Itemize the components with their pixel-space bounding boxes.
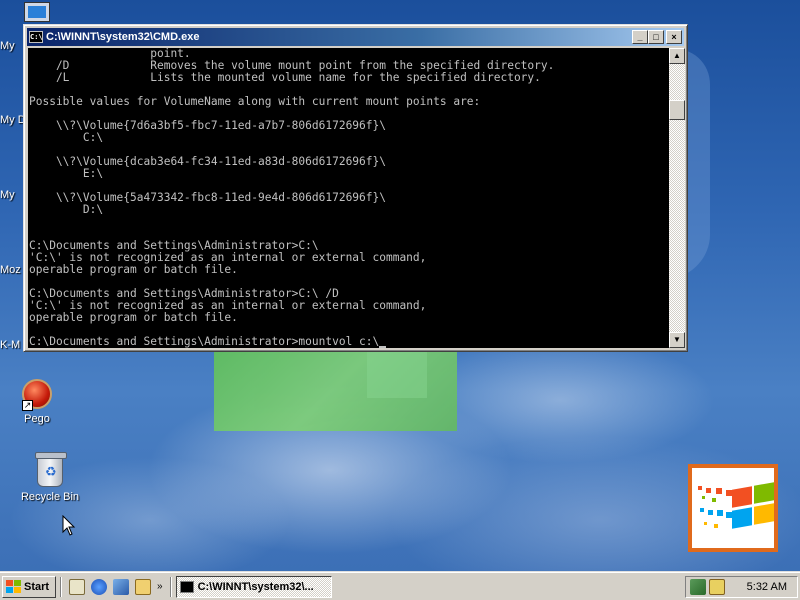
console-prompt-line[interactable]: C:\Documents and Settings\Administrator>… [29,336,669,348]
desktop-icon-label-my-documents[interactable]: My [0,40,15,52]
scroll-down-button[interactable]: ▼ [669,332,685,348]
desktop-icon-pego[interactable]: ↗ Pego [0,379,74,425]
cmd-window[interactable]: C:\ C:\WINNT\system32\CMD.exe _ □ × poin… [23,24,688,352]
console-line: D:\ [29,203,104,216]
taskbar-separator [169,576,172,597]
shortcut-arrow-icon: ↗ [22,400,33,411]
taskbar-separator [60,576,62,597]
console-line: /L Lists the mounted volume name for the… [29,71,541,84]
mouse-pointer-icon [62,515,76,536]
close-button[interactable]: × [666,30,682,44]
flag-yellow-quadrant [754,503,774,525]
recycle-bin-icon: ♻ [35,452,67,487]
console-output[interactable]: point. /D Removes the volume mount point… [28,48,669,348]
desktop-icon-label-my-computer[interactable]: My D [0,114,26,126]
console-line: operable program or batch file. [29,311,238,324]
console-line: Possible values for VolumeName along wit… [29,95,481,108]
flag-green-quadrant [754,482,774,504]
cmd-icon[interactable]: C:\ [29,31,43,43]
network-icon[interactable] [690,578,706,595]
flag-trail-icon [698,486,732,528]
windows-logo [688,464,778,552]
scroll-thumb[interactable] [669,100,685,120]
desktop-icon-label: Recycle Bin [20,491,80,503]
text-cursor [379,346,387,348]
desktop-icon-label: Pego [24,413,50,425]
start-label: Start [24,580,50,593]
maximize-button[interactable]: □ [648,30,664,44]
console-line: C:\ [29,131,104,144]
volume-icon[interactable] [709,578,725,595]
desktop-icon-label-kmeleon[interactable]: K-M [0,339,20,351]
console-line: \\?\Volume{dcab3e64-fc34-11ed-a83d-806d6… [29,155,386,168]
taskbar-button-label: C:\WINNT\system32\... [197,580,314,593]
desktop-icon-label-mozilla[interactable]: Moz [0,264,21,276]
explorer-search-icon[interactable] [135,578,151,595]
window-title: C:\WINNT\system32\CMD.exe [46,31,200,43]
prompt-text: C:\Documents and Settings\Administrator>… [29,335,380,348]
pego-icon: ↗ [22,379,52,411]
vertical-scrollbar[interactable]: ▲ ▼ [669,48,685,348]
internet-explorer-icon[interactable] [91,578,107,595]
quicklaunch-more-icon[interactable]: » [157,581,163,592]
minimize-button[interactable]: _ [632,30,648,44]
console-line: \\?\Volume{7d6a3bf5-fbc7-11ed-a7b7-806d6… [29,119,386,132]
console-line: E:\ [29,167,104,180]
console-line: operable program or batch file. [29,263,238,276]
system-tray: 5:32 AM [685,575,798,598]
clock[interactable]: 5:32 AM [747,581,787,593]
console-line: \\?\Volume{5a473342-fbc8-11ed-9e4d-806d6… [29,191,386,204]
desktop-icon-recycle-bin[interactable]: ♻ Recycle Bin [13,452,87,503]
taskbar-button-cmd[interactable]: C:\WINNT\system32\... [175,575,332,598]
desktop-icon-label-my-network[interactable]: My [0,189,15,201]
scroll-up-button[interactable]: ▲ [669,48,685,64]
outlook-express-icon[interactable] [113,578,129,595]
wallpaper-green-block [214,343,457,431]
my-computer-icon[interactable] [24,2,50,22]
show-desktop-icon[interactable] [69,578,85,595]
window-titlebar[interactable]: C:\ C:\WINNT\system32\CMD.exe _ □ × [27,28,684,46]
windows-flag-icon [6,580,21,593]
cmd-icon [179,580,194,593]
taskbar: Start » C:\WINNT\system32\... 5:32 AM [0,572,800,600]
start-button[interactable]: Start [2,575,56,598]
